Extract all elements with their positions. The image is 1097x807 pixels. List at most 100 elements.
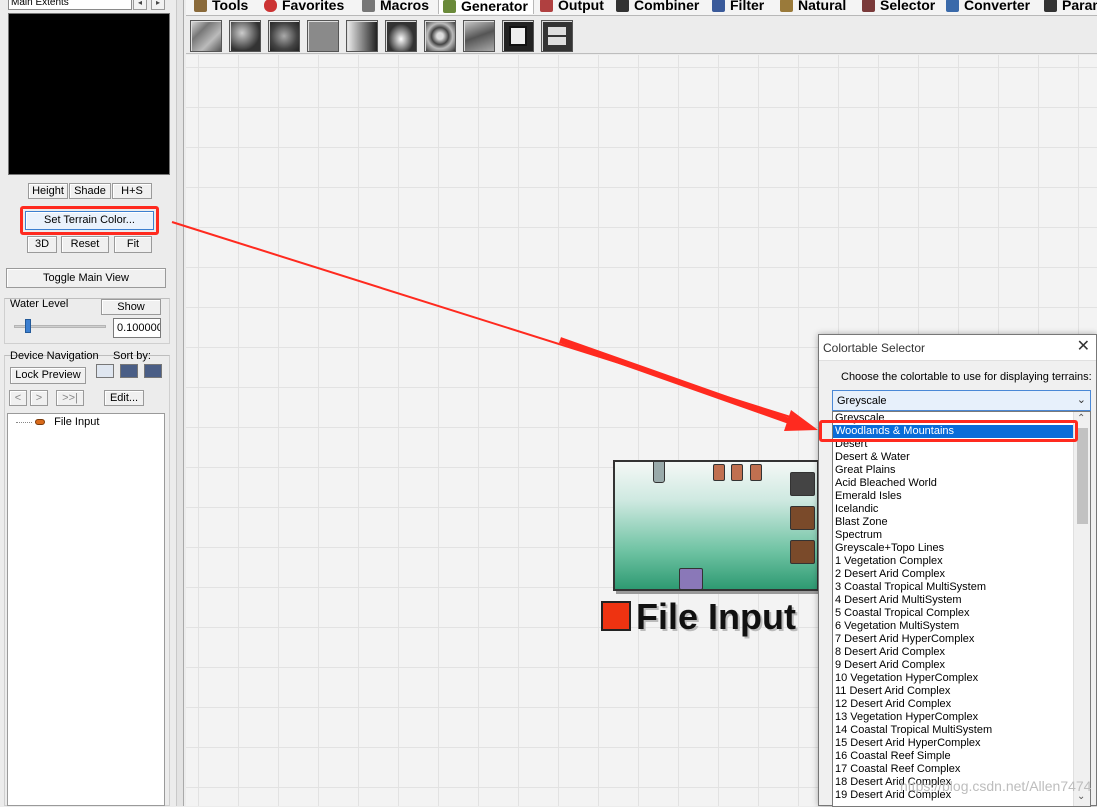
dropdown-option[interactable]: 2 Desert Arid Complex [833,568,1090,581]
floppy-disk-icon [509,26,527,46]
dropdown-option[interactable]: 8 Desert Arid Complex [833,646,1090,659]
dropdown-option[interactable]: 10 Vegetation HyperComplex [833,672,1090,685]
node-param-port[interactable] [750,464,762,481]
file-input-icon[interactable] [502,20,534,52]
tab-macros[interactable]: Macros [358,0,429,14]
height-view-button[interactable]: Height [28,183,68,199]
radial-icon[interactable] [385,20,417,52]
show-water-button[interactable]: Show [101,299,161,315]
spot-icon[interactable] [424,20,456,52]
voronoi-icon[interactable] [229,20,261,52]
tab-selector[interactable]: Selector [858,0,935,14]
dropdown-option[interactable]: 17 Coastal Reef Complex [833,763,1090,776]
dropdown-option[interactable]: 5 Coastal Tropical Complex [833,607,1090,620]
nav-last-button[interactable]: >>| [56,390,84,406]
dropdown-option[interactable]: 14 Coastal Tropical MultiSystem [833,724,1090,737]
dropdown-option[interactable]: Woodlands & Mountains [833,425,1090,438]
node-input-port[interactable] [653,461,665,483]
scroll-up-icon[interactable]: ⌃ [1077,414,1085,424]
tree-item[interactable]: File Input [16,416,99,430]
nav-next-button[interactable]: > [30,390,48,406]
tab-label: Favorites [282,0,345,13]
node-caption: File Input [636,596,796,637]
rock-noise-icon[interactable] [268,20,300,52]
chevron-down-icon[interactable]: ⌄ [1077,393,1086,406]
dropdown-option[interactable]: 6 Vegetation MultiSystem [833,620,1090,633]
lock-preview-button[interactable]: Lock Preview [10,367,86,384]
reset-button[interactable]: Reset [61,236,109,253]
node-param-port[interactable] [713,464,725,481]
dropdown-option[interactable]: Icelandic [833,503,1090,516]
tab-generator[interactable]: Generator [438,0,534,14]
tab-tools[interactable]: Tools [190,0,248,14]
tab-favorites[interactable]: Favorites [260,0,344,14]
sort-list-icon[interactable] [96,364,114,378]
dropdown-option[interactable]: 15 Desert Arid HyperComplex [833,737,1090,750]
node-bottom-port[interactable] [679,568,703,590]
nav-prev-button[interactable]: < [9,390,27,406]
sort-graph-icon[interactable] [144,364,162,378]
advanced-perlin-icon[interactable] [190,20,222,52]
dialog-titlebar[interactable]: Colortable Selector ✕ [819,335,1096,361]
dialog-prompt: Choose the colortable to use for display… [841,371,1092,383]
node-output-port[interactable] [790,472,815,496]
panel-splitter[interactable] [176,0,184,806]
tab-output[interactable]: Output [536,0,604,14]
tab-filter[interactable]: Filter [708,0,764,14]
device-tree[interactable]: File Input [7,413,165,806]
hs-view-button[interactable]: H+S [112,183,152,199]
close-icon[interactable]: ✕ [1077,339,1090,355]
dropdown-option[interactable]: 13 Vegetation HyperComplex [833,711,1090,724]
dropdown-option[interactable]: Great Plains [833,464,1090,477]
dropdown-option[interactable]: 3 Coastal Tropical MultiSystem [833,581,1090,594]
gradient-icon[interactable] [346,20,378,52]
dropdown-option[interactable]: 16 Coastal Reef Simple [833,750,1090,763]
dropdown-option[interactable]: 7 Desert Arid HyperComplex [833,633,1090,646]
colortable-combobox[interactable]: Greyscale ⌄ [832,390,1091,411]
dropdown-option[interactable]: Blast Zone [833,516,1090,529]
dropdown-option[interactable]: 11 Desert Arid Complex [833,685,1090,698]
fit-button[interactable]: Fit [114,236,152,253]
dropdown-option[interactable]: Acid Bleached World [833,477,1090,490]
3d-button[interactable]: 3D [27,236,57,253]
dropdown-option[interactable]: 4 Desert Arid MultiSystem [833,594,1090,607]
dropdown-option[interactable]: Greyscale+Topo Lines [833,542,1090,555]
spin-right-button[interactable]: ▸ [151,0,165,10]
tab-label: Param [1062,0,1097,13]
dropdown-option[interactable]: 9 Desert Arid Complex [833,659,1090,672]
fractal-icon[interactable] [463,20,495,52]
set-terrain-color-button[interactable]: Set Terrain Color... [25,211,154,230]
tab-label: Output [558,0,604,13]
tab-converter[interactable]: Converter [942,0,1030,14]
edit-button[interactable]: Edit... [104,390,144,406]
dropdown-option[interactable]: Desert [833,438,1090,451]
node-output-port[interactable] [790,506,815,530]
dropdown-option[interactable]: Emerald Isles [833,490,1090,503]
water-level-slider-thumb[interactable] [25,319,32,333]
sort-type-icon[interactable] [120,364,138,378]
terrain-preview[interactable] [8,13,170,175]
file-input-node[interactable] [613,460,819,591]
tab-natural[interactable]: Natural [776,0,846,14]
tiled-input-icon[interactable] [541,20,573,52]
node-param-port[interactable] [731,464,743,481]
dropdown-option[interactable]: 12 Desert Arid Complex [833,698,1090,711]
dropdown-scrollbar[interactable]: ⌃ ⌄ [1073,412,1090,806]
colortable-dropdown-list[interactable]: Greyscale Woodlands & Mountains Desert Dese… [832,411,1091,807]
dropdown-option[interactable]: Greyscale [833,412,1090,425]
watermark-text: https://blog.csdn.net/Allen7474 [900,778,1092,794]
dropdown-option[interactable]: Desert & Water [833,451,1090,464]
extents-select[interactable]: Main Extents [8,0,132,10]
shade-view-button[interactable]: Shade [69,183,111,199]
dropdown-option[interactable]: Spectrum [833,529,1090,542]
dropdown-option[interactable]: 1 Vegetation Complex [833,555,1090,568]
toggle-main-view-button[interactable]: Toggle Main View [6,268,166,288]
water-level-input[interactable]: 0.100000 [113,318,161,338]
tab-combiner[interactable]: Combiner [612,0,699,14]
constant-icon[interactable] [307,20,339,52]
scrollbar-thumb[interactable] [1077,428,1088,524]
tab-param[interactable]: Param [1040,0,1097,14]
spin-left-button[interactable]: ◂ [133,0,147,10]
output-icon [540,0,553,12]
node-output-port[interactable] [790,540,815,564]
